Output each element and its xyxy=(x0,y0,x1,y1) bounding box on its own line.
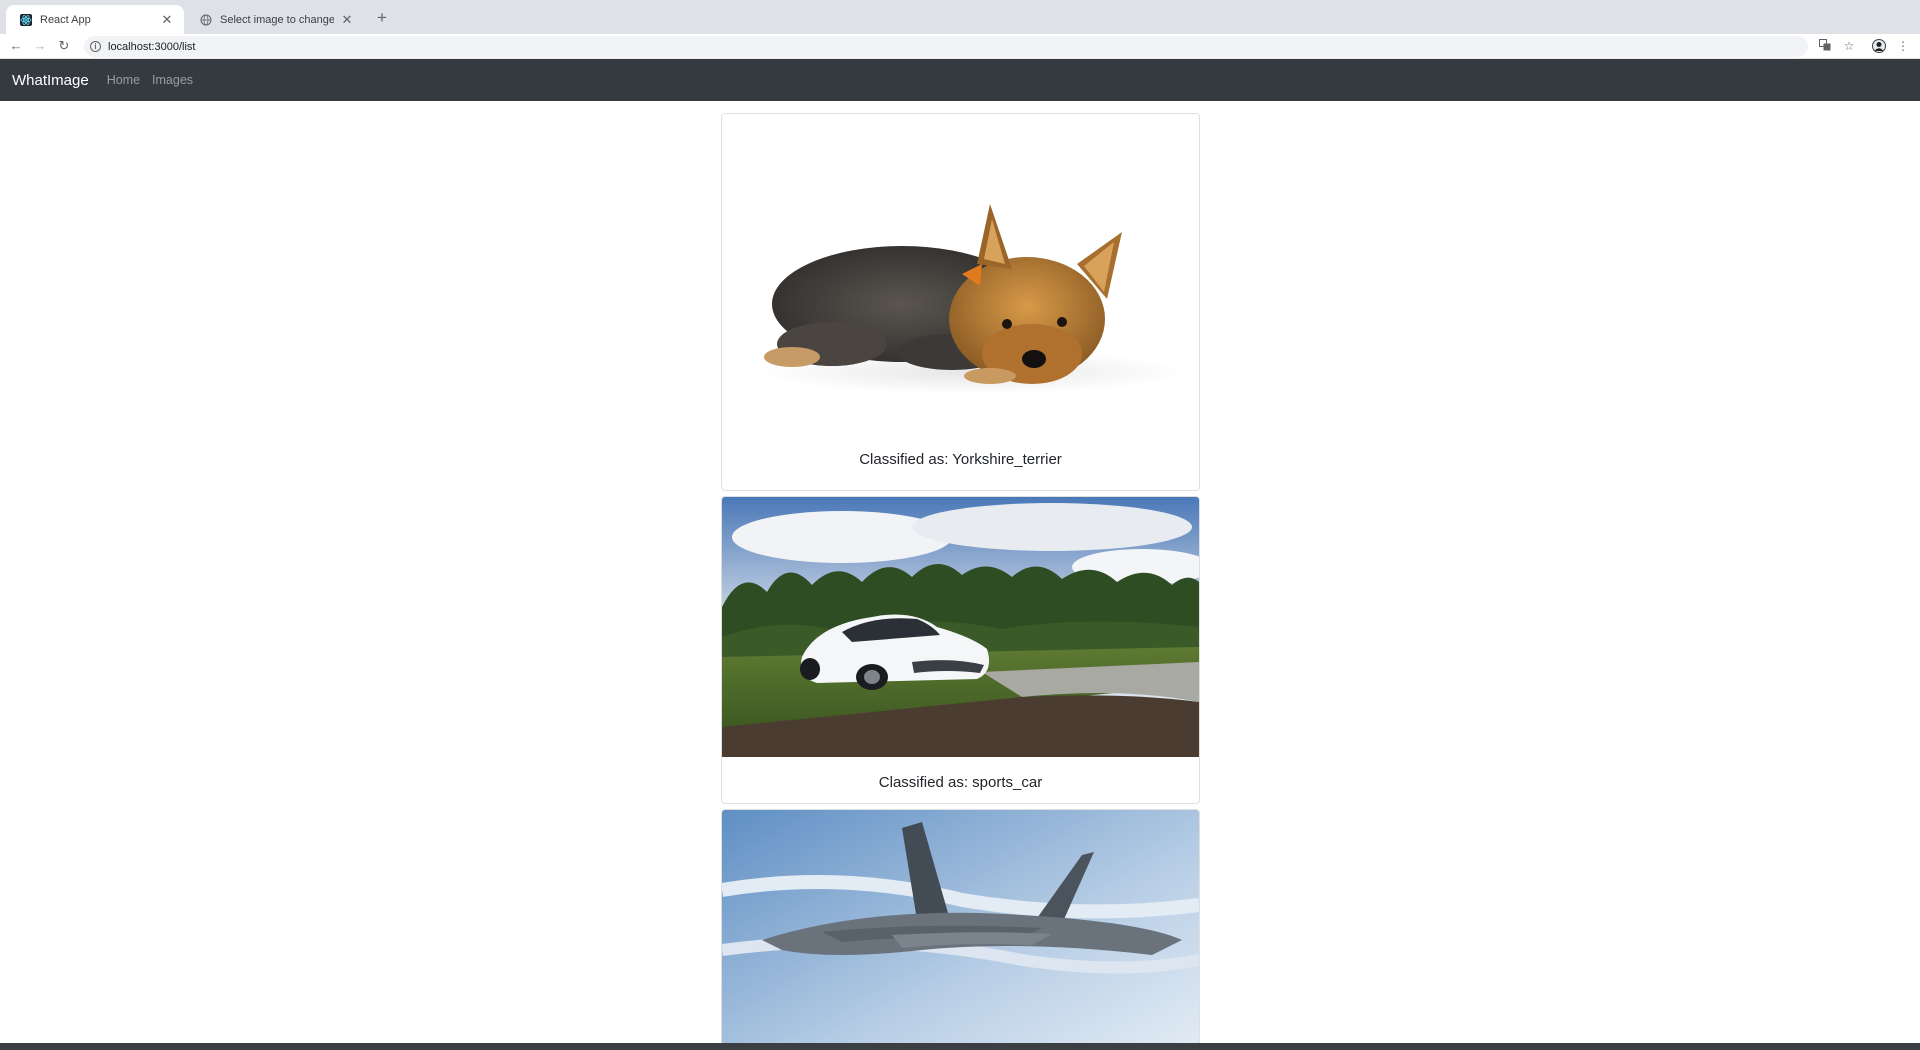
more-menu-icon[interactable]: ⋮ xyxy=(1896,39,1910,53)
fighter-jet-photo xyxy=(722,810,1199,1044)
white-sports-car-photo xyxy=(722,497,1199,757)
browser-tab-strip: React App ✕ Select image to change | Dja… xyxy=(0,0,1920,34)
react-favicon-icon xyxy=(20,13,32,26)
image-card: Classified as: Yorkshire_terrier xyxy=(721,113,1200,491)
close-tab-icon[interactable]: ✕ xyxy=(340,12,354,27)
address-bar[interactable]: i localhost:3000/list xyxy=(84,36,1808,57)
browser-toolbar: ← → ↻ i localhost:3000/list ☆ ⋮ xyxy=(0,34,1920,59)
brand-logo-text[interactable]: WhatImage xyxy=(12,72,89,89)
tab-title: Select image to change | Djang xyxy=(220,13,334,26)
new-tab-icon[interactable]: + xyxy=(373,9,391,27)
nav-home-link[interactable]: Home xyxy=(107,73,140,87)
site-info-icon[interactable]: i xyxy=(90,41,101,52)
globe-icon xyxy=(200,14,212,26)
page-bottom-edge xyxy=(0,1043,1920,1050)
translate-icon[interactable] xyxy=(1818,39,1832,53)
forward-arrow-icon[interactable]: → xyxy=(32,38,48,54)
image-list: Classified as: Yorkshire_terrier Classif… xyxy=(0,101,1920,1044)
image-card: Classified as: sports_car xyxy=(721,496,1200,804)
app-navbar: WhatImage Home Images xyxy=(0,59,1920,101)
yorkshire-terrier-photo xyxy=(722,114,1199,431)
classification-caption: Classified as: sports_car xyxy=(878,774,1043,791)
back-arrow-icon[interactable]: ← xyxy=(8,38,24,54)
tab-django-admin[interactable]: Select image to change | Djang ✕ xyxy=(186,5,364,34)
close-tab-icon[interactable]: ✕ xyxy=(160,12,174,27)
classification-caption: Classified as: Yorkshire_terrier xyxy=(859,451,1062,468)
profile-avatar-icon[interactable] xyxy=(1872,39,1886,53)
nav-images-link[interactable]: Images xyxy=(152,73,193,87)
tab-react-app[interactable]: React App ✕ xyxy=(6,5,184,34)
image-card xyxy=(721,809,1200,1044)
reload-icon[interactable]: ↻ xyxy=(56,38,72,54)
url-text: localhost:3000/list xyxy=(108,40,196,53)
bookmark-star-icon[interactable]: ☆ xyxy=(1842,39,1856,53)
tab-title: React App xyxy=(40,13,91,26)
